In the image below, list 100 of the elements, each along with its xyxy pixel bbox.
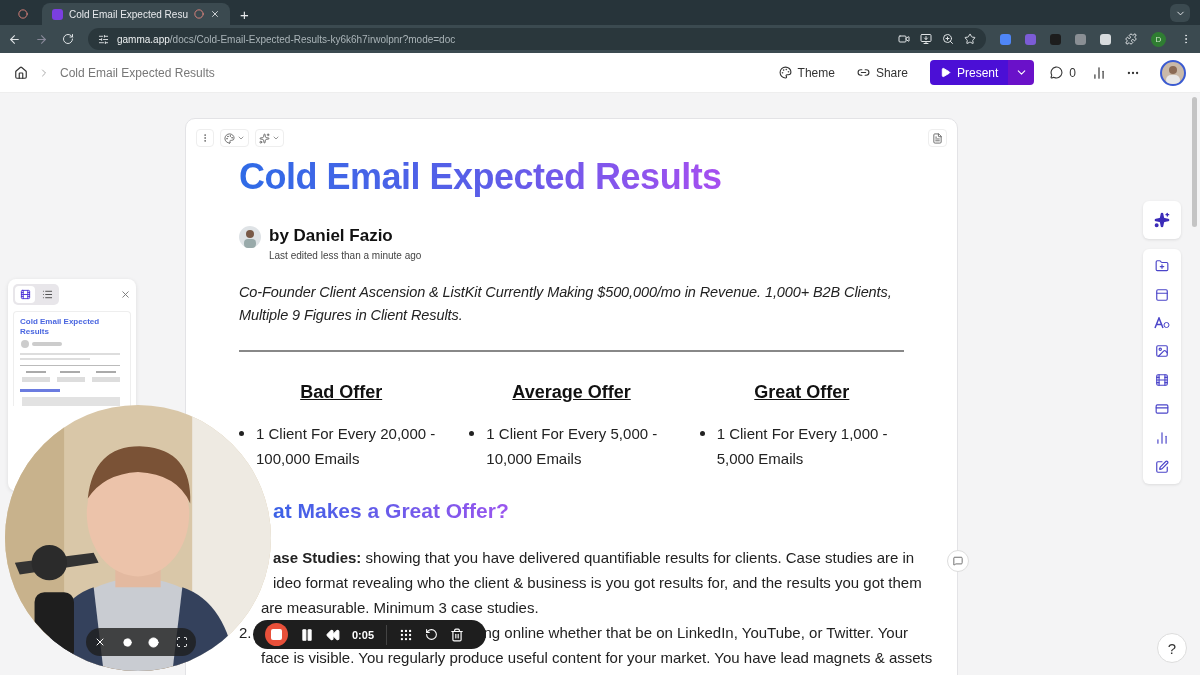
present-dropdown-button[interactable]: [1008, 60, 1035, 85]
tab-search-button[interactable]: [1170, 4, 1190, 22]
offer-heading: Bad Offer: [299, 382, 384, 403]
camera-icon[interactable]: [898, 33, 910, 45]
bookmark-star-icon[interactable]: [964, 33, 976, 45]
grid-dots-icon: [399, 627, 414, 642]
rewind-button[interactable]: [326, 627, 340, 642]
zoom-icon[interactable]: [942, 33, 954, 45]
offer-heading: Great Offer: [753, 382, 851, 403]
embed-button[interactable]: [1155, 402, 1169, 416]
author-avatar: [239, 226, 261, 248]
dot-icon: [148, 636, 160, 648]
stop-button[interactable]: [265, 623, 288, 646]
reload-icon[interactable]: [62, 33, 74, 45]
forward-icon[interactable]: [35, 32, 48, 46]
bar-chart-icon: [1155, 431, 1169, 445]
card-style-button[interactable]: [220, 129, 249, 147]
trash-icon: [450, 627, 465, 642]
extensions-icon[interactable]: [1125, 33, 1137, 45]
document-icon: [932, 132, 943, 144]
undo-icon: [425, 628, 439, 641]
list-text-line: are measurable. Minimum 3 case studies.: [261, 598, 539, 618]
fullscreen-icon: [175, 636, 188, 648]
chart-button[interactable]: [1155, 431, 1169, 445]
thumbnail-title: Cold Email Expected Results: [20, 317, 101, 337]
pause-button[interactable]: [300, 627, 314, 642]
card-view-button[interactable]: [15, 286, 35, 303]
add-card-button[interactable]: [1155, 259, 1169, 273]
address-bar[interactable]: gamma.app/docs/Cold-Email-Expected-Results-ky6k6h7irwolpnr?mode=doc: [88, 28, 986, 50]
profile-avatar[interactable]: D: [1151, 31, 1166, 47]
bullet-dot: [239, 431, 244, 436]
list-text-line: ase Studies: showing that you have delivered quantifiable results for clients. Case studies are in: [273, 548, 915, 568]
slide-thumbnail[interactable]: Cold Email Expected Results: [13, 311, 131, 406]
close-icon[interactable]: [209, 9, 220, 19]
tab-favicon-icon: [52, 8, 63, 20]
pen-icon: [1155, 460, 1169, 474]
tagline-text: Co-Founder Client Ascension & ListKit Currently Making $500,000/mo in Revenue. 1,000+ B2B Clients, Multiple 9 Figures in Client Results.: [239, 283, 893, 325]
drag-handle[interactable]: [196, 129, 214, 147]
form-button[interactable]: [1155, 460, 1169, 474]
restart-button[interactable]: [425, 628, 439, 641]
comments-button[interactable]: 0: [1044, 61, 1082, 84]
panel-icon: [1155, 288, 1169, 302]
link-icon: [856, 66, 870, 79]
list-text-line: ng online whether that be on LinkedIn, YouTube, or Twitter. Your: [483, 623, 908, 643]
draw-button[interactable]: [399, 627, 414, 642]
recording-icon: [18, 9, 28, 19]
chevron-down-icon: [237, 134, 245, 142]
film-icon: [1155, 373, 1169, 387]
extension-icon[interactable]: [1000, 33, 1011, 45]
back-icon[interactable]: [8, 32, 21, 46]
comment-button[interactable]: [947, 550, 969, 572]
delete-button[interactable]: [450, 627, 465, 642]
video-button[interactable]: [1155, 373, 1169, 387]
image-icon: [1155, 344, 1169, 358]
author-name: by Daniel Fazio: [269, 226, 394, 246]
card-notes-button[interactable]: [928, 129, 947, 147]
last-edited-text: Last edited less than a minute ago: [269, 250, 422, 261]
comment-icon: [1050, 66, 1064, 79]
help-button[interactable]: ?: [1157, 633, 1187, 663]
install-icon[interactable]: [920, 33, 932, 45]
text-button[interactable]: [1154, 317, 1170, 329]
image-button[interactable]: [1155, 344, 1169, 358]
home-icon[interactable]: [14, 65, 28, 80]
ai-button[interactable]: [1143, 201, 1181, 239]
offer-bullet-text: 1 Client For Every 20,000 - 100,000 Emails: [256, 424, 437, 469]
play-icon: [939, 67, 951, 78]
film-icon: [19, 289, 31, 300]
theme-button[interactable]: Theme: [772, 61, 841, 84]
extension-icon[interactable]: [1075, 33, 1086, 45]
offer-heading: Average Offer: [511, 382, 632, 403]
palette-icon: [224, 132, 235, 144]
analytics-icon[interactable]: [1092, 65, 1106, 80]
extension-icon[interactable]: [1100, 33, 1111, 45]
url-text: gamma.app/docs/Cold-Email-Expected-Results-ky6k6h7irwolpnr?mode=doc: [117, 33, 456, 45]
present-button[interactable]: Present: [929, 60, 1009, 85]
new-tab-button[interactable]: +: [233, 3, 255, 25]
list-text-line: face is visible. You regularly produce useful content for your market. You have lead magnets & assets: [261, 648, 933, 668]
small-size-button[interactable]: [122, 637, 132, 647]
palette-icon: [778, 66, 792, 79]
tab-title: Cold Email Expected Resu: [69, 8, 188, 20]
offer-bullet-text: 1 Client For Every 1,000 - 5,000 Emails: [716, 424, 889, 469]
user-avatar[interactable]: [1160, 59, 1186, 86]
offer-bullet-text: 1 Client For Every 5,000 - 10,000 Emails: [486, 424, 659, 469]
recording-icon: [193, 9, 204, 19]
scrollbar-thumb[interactable]: [1192, 97, 1197, 227]
pause-icon: [300, 627, 314, 642]
bullet-dot: [699, 431, 705, 436]
fullscreen-button[interactable]: [175, 636, 188, 648]
site-settings-icon[interactable]: [98, 33, 109, 45]
ai-edit-button[interactable]: [255, 129, 284, 147]
browser-tab[interactable]: Cold Email Expected Resu: [42, 3, 230, 25]
dot-icon: [122, 637, 132, 647]
large-size-button[interactable]: [148, 636, 160, 648]
share-button[interactable]: Share: [850, 61, 914, 84]
list-number: 2.: [239, 623, 252, 643]
list-text-line: ideo format revealing who the client & business is you got results for, and the results you got them: [273, 573, 922, 593]
layout-button[interactable]: [1155, 288, 1169, 302]
breadcrumb-title[interactable]: Cold Email Expected Results: [60, 65, 215, 80]
sparkles-icon: [259, 132, 270, 144]
card-icon: [1155, 402, 1169, 416]
